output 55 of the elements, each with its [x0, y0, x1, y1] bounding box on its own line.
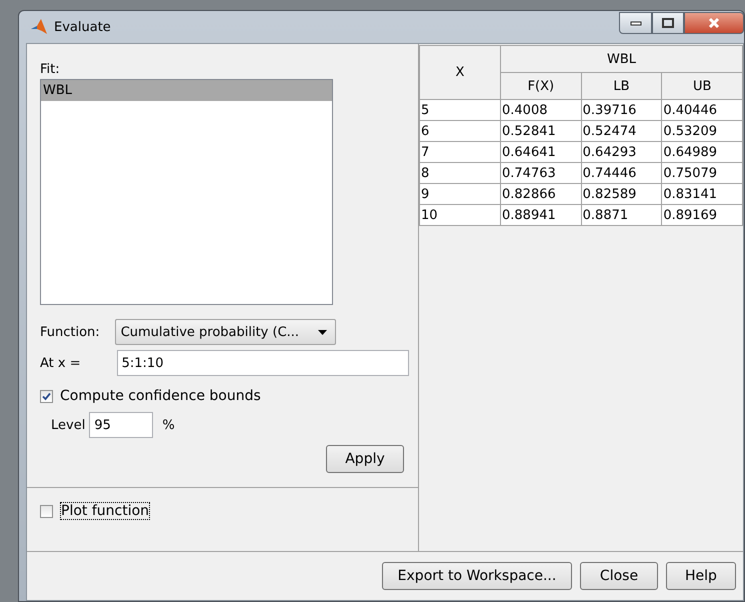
level-field[interactable]: 95 — [89, 412, 154, 438]
table-cell: 0.52841 — [500, 120, 582, 142]
table-cell: 0.88941 — [500, 204, 582, 226]
table-cell: 0.74446 — [581, 162, 662, 184]
at-x-field[interactable]: 5:1:10 — [116, 350, 409, 376]
dialog-button[interactable]: Help — [666, 562, 736, 590]
table-cell: 0.64641 — [500, 142, 582, 162]
plot-function-checkbox[interactable] — [40, 504, 53, 518]
table-cell: 8 — [420, 162, 500, 184]
table-cell: 0.64989 — [662, 142, 742, 162]
table-cell: 9 — [420, 184, 500, 204]
apply-button[interactable]: Apply — [326, 445, 404, 473]
function-label: Function: — [40, 324, 100, 340]
minimize-icon — [630, 20, 642, 26]
table-cell: 0.40446 — [662, 100, 742, 120]
fit-list-item[interactable]: WBL — [41, 80, 332, 101]
column-header: LB — [581, 72, 662, 100]
maximize-icon — [662, 18, 674, 28]
table-cell: 6 — [420, 120, 500, 142]
table-cell: 0.83141 — [662, 184, 742, 204]
minimize-button[interactable] — [619, 12, 652, 34]
table-cell: 0.53209 — [662, 120, 742, 142]
fit-label: Fit: — [40, 62, 61, 77]
table-cell: 0.39716 — [581, 100, 662, 120]
table-cell: 0.75079 — [662, 162, 742, 184]
maximize-button[interactable] — [652, 12, 684, 34]
column-header: F(X) — [500, 72, 582, 100]
table-cell: 7 — [420, 142, 500, 162]
table-cell: 0.64293 — [581, 142, 662, 162]
table-cell: 0.4008 — [500, 100, 582, 120]
table-cell: 0.8871 — [581, 204, 662, 226]
table-cell: 5 — [420, 100, 500, 120]
column-header: X — [420, 46, 500, 100]
column-header: UB — [662, 72, 742, 100]
table-cell: 0.74763 — [500, 162, 582, 184]
confidence-label: Compute confidence bounds — [60, 388, 261, 404]
column-group-header: WBL — [500, 46, 742, 72]
level-label: Level — [51, 418, 86, 432]
table-cell: 0.52474 — [581, 120, 662, 142]
close-button[interactable] — [684, 12, 744, 34]
at-x-label: At x = — [40, 356, 81, 370]
close-icon — [708, 17, 720, 29]
window-title: Evaluate — [54, 20, 111, 34]
dialog-button[interactable]: Export to Workspace... — [382, 562, 572, 590]
function-dropdown[interactable]: Cumulative probability (C... — [114, 319, 336, 345]
percent-label: % — [162, 418, 175, 432]
dialog-button[interactable]: Close — [580, 562, 658, 590]
confidence-checkbox[interactable] — [40, 390, 53, 402]
table-cell: 10 — [420, 204, 500, 226]
table-cell: 0.82866 — [500, 184, 582, 204]
table-cell: 0.89169 — [662, 204, 742, 226]
plot-function-label[interactable]: Plot function — [60, 502, 150, 520]
fit-list[interactable]: WBL — [40, 79, 333, 305]
table-cell: 0.82589 — [581, 184, 662, 204]
caret-icon — [318, 330, 327, 334]
